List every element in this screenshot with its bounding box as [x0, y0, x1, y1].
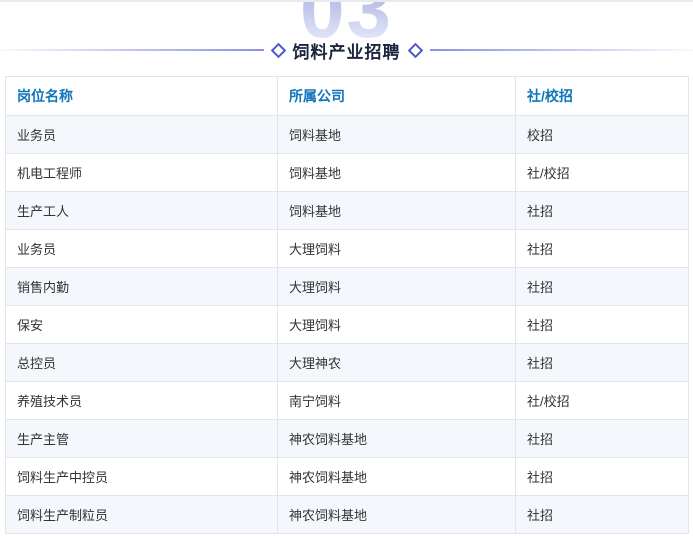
cell-company: 神农饲料基地 [278, 458, 516, 496]
title-divider-right [430, 49, 693, 51]
cell-position: 生产主管 [6, 420, 278, 458]
cell-recruit-type: 社招 [516, 268, 689, 306]
cell-position: 养殖技术员 [6, 382, 278, 420]
cell-company: 大理神农 [278, 344, 516, 382]
column-header-company: 所属公司 [278, 77, 516, 116]
cell-position: 业务员 [6, 116, 278, 154]
cell-position: 业务员 [6, 230, 278, 268]
cell-position: 饲料生产制粒员 [6, 496, 278, 534]
cell-recruit-type: 社招 [516, 230, 689, 268]
cell-company: 饲料基地 [278, 116, 516, 154]
cell-company: 大理饲料 [278, 306, 516, 344]
table-row: 业务员大理饲料社招 [6, 230, 689, 268]
cell-recruit-type: 校招 [516, 116, 689, 154]
cell-recruit-type: 社招 [516, 306, 689, 344]
cell-recruit-type: 社招 [516, 496, 689, 534]
cell-recruit-type: 社/校招 [516, 154, 689, 192]
cell-company: 神农饲料基地 [278, 420, 516, 458]
table-row: 饲料生产制粒员神农饲料基地社招 [6, 496, 689, 534]
cell-position: 保安 [6, 306, 278, 344]
table-header-row: 岗位名称 所属公司 社/校招 [6, 77, 689, 116]
table-row: 业务员饲料基地校招 [6, 116, 689, 154]
table-row: 总控员大理神农社招 [6, 344, 689, 382]
cell-recruit-type: 社招 [516, 420, 689, 458]
table-row: 饲料生产中控员神农饲料基地社招 [6, 458, 689, 496]
cell-position: 饲料生产中控员 [6, 458, 278, 496]
cell-position: 总控员 [6, 344, 278, 382]
table-row: 生产工人饲料基地社招 [6, 192, 689, 230]
cell-recruit-type: 社招 [516, 344, 689, 382]
recruitment-table: 岗位名称 所属公司 社/校招 业务员饲料基地校招机电工程师饲料基地社/校招生产工… [5, 76, 689, 534]
table-row: 销售内勤大理饲料社招 [6, 268, 689, 306]
cell-company: 南宁饲料 [278, 382, 516, 420]
cell-company: 饲料基地 [278, 192, 516, 230]
cell-position: 机电工程师 [6, 154, 278, 192]
cell-company: 神农饲料基地 [278, 496, 516, 534]
title-divider-left [0, 49, 264, 51]
cell-company: 大理饲料 [278, 268, 516, 306]
cell-recruit-type: 社招 [516, 192, 689, 230]
cell-position: 生产工人 [6, 192, 278, 230]
table-row: 生产主管神农饲料基地社招 [6, 420, 689, 458]
diamond-icon [407, 42, 423, 58]
column-header-recruit-type: 社/校招 [516, 77, 689, 116]
cell-recruit-type: 社/校招 [516, 382, 689, 420]
cell-company: 饲料基地 [278, 154, 516, 192]
cell-position: 销售内勤 [6, 268, 278, 306]
table-row: 保安大理饲料社招 [6, 306, 689, 344]
recruitment-section: 03 饲料产业招聘 岗位名称 所属公司 社/校招 业务员饲料基地校招机电工程师饲… [0, 0, 693, 536]
table-row: 养殖技术员南宁饲料社/校招 [6, 382, 689, 420]
cell-company: 大理饲料 [278, 230, 516, 268]
section-title-row: 饲料产业招聘 [0, 38, 693, 62]
diamond-icon [270, 42, 286, 58]
cell-recruit-type: 社招 [516, 458, 689, 496]
section-title: 饲料产业招聘 [293, 38, 401, 63]
table-row: 机电工程师饲料基地社/校招 [6, 154, 689, 192]
column-header-position: 岗位名称 [6, 77, 278, 116]
table-body: 业务员饲料基地校招机电工程师饲料基地社/校招生产工人饲料基地社招业务员大理饲料社… [6, 116, 689, 534]
